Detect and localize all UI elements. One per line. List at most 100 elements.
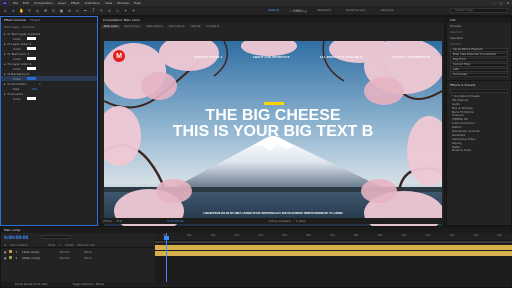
color-swatch[interactable] bbox=[26, 67, 36, 70]
effects-search-input[interactable] bbox=[450, 89, 508, 93]
layer-row[interactable]: ◉ 1 [Text comp] Normal None bbox=[1, 249, 154, 254]
move-icon[interactable]: ✥ bbox=[43, 8, 48, 13]
color-swatch[interactable] bbox=[26, 37, 36, 40]
menu-composition[interactable]: Composition bbox=[34, 1, 53, 5]
site-logo[interactable]: M bbox=[113, 50, 125, 62]
breadcrumb-item[interactable]: Text comp 1 bbox=[122, 24, 142, 28]
effect-property-row[interactable]: Color bbox=[1, 96, 97, 101]
effect-category[interactable]: Noise & Grain bbox=[447, 149, 511, 153]
nav-link[interactable]: ABOUT OUR PRODUCTS bbox=[253, 55, 290, 59]
visibility-icon[interactable]: ◉ bbox=[4, 250, 6, 254]
time-ruler[interactable]: 0s01s02s03s04s05s06s07s08s09s10s11s12s13… bbox=[155, 233, 512, 241]
workspace-small-screen[interactable]: Small Screen bbox=[346, 8, 366, 12]
twirl-icon[interactable]: ▸ bbox=[4, 42, 6, 46]
tab-composition[interactable]: Composition: Main comp bbox=[103, 18, 140, 22]
hand-icon[interactable]: ✋ bbox=[19, 8, 24, 13]
current-time-display[interactable]: 0:00:00:00 bbox=[167, 219, 183, 223]
tab-project[interactable]: Project bbox=[30, 18, 40, 22]
menu-edit[interactable]: Edit bbox=[23, 1, 29, 5]
nav-link[interactable]: CONTACT INFORMATION bbox=[392, 55, 430, 59]
color-swatch[interactable] bbox=[26, 57, 36, 60]
breadcrumb-item[interactable]: Text comp 2 bbox=[144, 24, 165, 28]
menu-layer[interactable]: Layer bbox=[58, 1, 66, 5]
minimize-button[interactable]: – bbox=[494, 1, 496, 5]
layer-search-input[interactable] bbox=[41, 235, 71, 239]
home-icon[interactable]: ⌂ bbox=[3, 8, 8, 13]
rotate-icon[interactable]: ↻ bbox=[51, 8, 56, 13]
timecode-display[interactable]: 0:00:00:00 bbox=[4, 235, 28, 240]
effect-value[interactable]: 0 bbox=[39, 82, 41, 86]
preview-option[interactable]: Main Area Extended to Comment bbox=[450, 53, 508, 57]
label-color-swatch[interactable] bbox=[9, 250, 13, 253]
breadcrumb-item[interactable]: Text comp 3 bbox=[167, 24, 187, 28]
search-help-input[interactable]: Search Help bbox=[450, 8, 508, 13]
menu-animation[interactable]: Animation bbox=[85, 1, 100, 5]
clone-icon[interactable]: ⊙ bbox=[107, 8, 112, 13]
layer-duration-bar[interactable] bbox=[155, 251, 512, 256]
tab-info[interactable]: Info bbox=[450, 18, 456, 22]
twirl-icon[interactable]: ▸ bbox=[4, 72, 6, 76]
pen-icon[interactable]: ✒ bbox=[83, 8, 88, 13]
toggle-switches-modes[interactable]: Toggle Switches / Modes bbox=[73, 283, 105, 286]
layer-parent[interactable]: None bbox=[84, 256, 91, 260]
close-button[interactable]: ✕ bbox=[506, 1, 509, 5]
preview-option[interactable]: Full Screen bbox=[450, 73, 508, 77]
preview-option[interactable]: Play From bbox=[450, 58, 508, 62]
menu-file[interactable]: File bbox=[13, 1, 18, 5]
color-swatch[interactable] bbox=[26, 47, 36, 50]
text-icon[interactable]: T bbox=[91, 8, 96, 13]
nav-link[interactable]: WEBSITE SCENE 1 bbox=[194, 55, 223, 59]
views-dropdown[interactable]: 1 View bbox=[296, 219, 306, 223]
zoom-icon[interactable]: ⚲ bbox=[27, 8, 32, 13]
twirl-icon[interactable]: ▸ bbox=[4, 32, 6, 36]
visibility-icon[interactable]: ◉ bbox=[4, 256, 6, 260]
effects-presets-title[interactable]: Effects & Presets bbox=[447, 80, 511, 88]
comp-canvas[interactable]: M WEBSITE SCENE 1 ABOUT OUR PRODUCTS ALL… bbox=[104, 41, 442, 229]
layer-duration-bar[interactable] bbox=[155, 245, 512, 250]
rectangle-icon[interactable]: ▭ bbox=[75, 8, 80, 13]
twirl-icon[interactable]: ▸ bbox=[4, 82, 6, 86]
breadcrumb-item[interactable]: Main comp bbox=[102, 24, 120, 28]
layer-name[interactable]: [Main comp] bbox=[22, 256, 56, 260]
time-graph[interactable]: 0s01s02s03s04s05s06s07s08s09s10s11s12s13… bbox=[155, 233, 512, 283]
resolution-dropdown[interactable]: Full bbox=[117, 219, 122, 223]
twirl-icon[interactable]: ▸ bbox=[4, 92, 6, 96]
playhead-handle[interactable] bbox=[164, 236, 169, 240]
puppet-icon[interactable]: ✶ bbox=[131, 8, 136, 13]
tab-timeline[interactable]: Main comp bbox=[4, 228, 20, 232]
nav-link[interactable]: ALL PRODUCTS AVAILABLE bbox=[320, 55, 363, 59]
menu-window[interactable]: Window bbox=[117, 1, 129, 5]
layer-parent[interactable]: None bbox=[84, 250, 91, 254]
layer-row[interactable]: ◉ 2 [Main comp] Normal None bbox=[1, 255, 154, 260]
roto-icon[interactable]: ✦ bbox=[123, 8, 128, 13]
maximize-button[interactable]: □ bbox=[500, 1, 503, 5]
preview-option[interactable]: Auto bbox=[450, 68, 508, 72]
workspace-default[interactable]: Default bbox=[268, 8, 279, 12]
breadcrumb-item[interactable]: Text 04 bbox=[189, 24, 203, 28]
eraser-icon[interactable]: ◇ bbox=[115, 8, 120, 13]
menu-effect[interactable]: Effect bbox=[71, 1, 80, 5]
color-swatch[interactable] bbox=[26, 77, 36, 80]
effect-value[interactable]: 100 bbox=[31, 87, 37, 91]
brush-icon[interactable]: ✎ bbox=[99, 8, 104, 13]
preview-option[interactable]: Cache Before Playback bbox=[450, 48, 508, 52]
layer-mode[interactable]: Normal bbox=[59, 250, 71, 254]
workspace-learn[interactable]: Learn bbox=[294, 8, 302, 12]
workspace-libraries[interactable]: Libraries bbox=[381, 8, 394, 12]
pan-behind-icon[interactable]: ⊕ bbox=[67, 8, 72, 13]
breadcrumb-item[interactable]: Fx Text 6 bbox=[205, 24, 221, 28]
preview-option[interactable]: Current Time bbox=[450, 63, 508, 67]
camera-dropdown[interactable]: Active Camera bbox=[269, 219, 291, 223]
camera-icon[interactable]: ▣ bbox=[59, 8, 64, 13]
menu-help[interactable]: Help bbox=[134, 1, 141, 5]
label-color-swatch[interactable] bbox=[9, 256, 13, 259]
twirl-icon[interactable]: ▸ bbox=[4, 62, 6, 66]
work-area-bar[interactable] bbox=[155, 241, 512, 243]
color-swatch[interactable] bbox=[26, 97, 36, 100]
tab-effect-controls[interactable]: Effect Controls bbox=[4, 18, 26, 22]
layer-name[interactable]: [Text comp] bbox=[22, 250, 56, 254]
twirl-icon[interactable]: ▸ bbox=[4, 52, 6, 56]
current-time-indicator[interactable] bbox=[166, 233, 167, 283]
workspace-standard[interactable]: Standard bbox=[317, 8, 331, 12]
select-icon[interactable]: ➤ bbox=[11, 8, 16, 13]
